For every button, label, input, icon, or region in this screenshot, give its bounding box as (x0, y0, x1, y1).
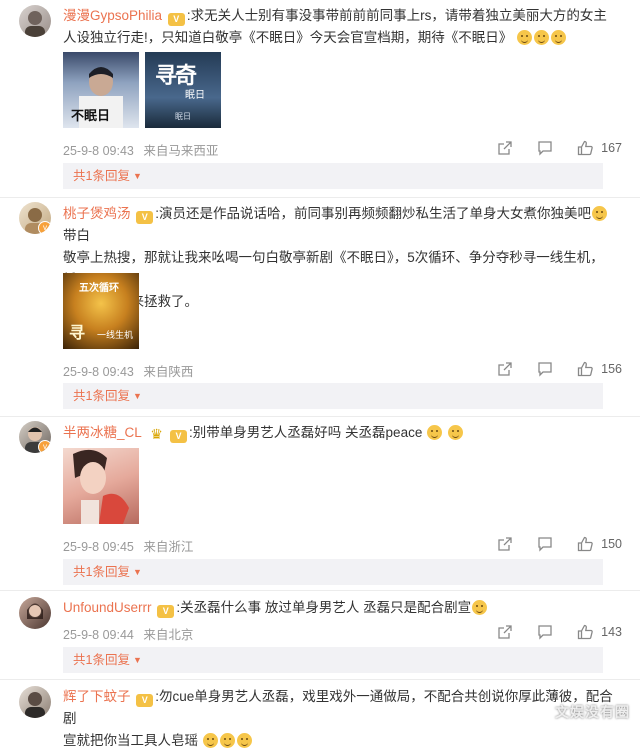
comment-meta: 25-9-8 09:45 来自浙江 (63, 536, 193, 555)
emoji-icon (551, 30, 567, 45)
verified-badge-icon: v (38, 221, 51, 234)
comment-text: 半两冰糖_CL ♛ V:别带单身男艺人丞磊好吗 关丞磊peace (63, 422, 616, 444)
comment-icon[interactable] (535, 622, 555, 642)
image-gallery: 不眠日 寻奇 眠日 眠日 (63, 52, 221, 128)
avatar[interactable] (19, 5, 51, 37)
username[interactable]: UnfoundUserrr (63, 600, 152, 615)
vip-badge-icon: V (170, 430, 188, 443)
comment-actions: 167 (495, 138, 622, 158)
crown-badge-icon: ♛ (150, 426, 163, 442)
comment-location: 来自浙江 (143, 540, 194, 554)
image-caption: 寻 (69, 325, 86, 342)
username[interactable]: 桃子煲鸡汤 (63, 206, 131, 221)
comment-time: 25-9-8 09:45 (63, 540, 134, 554)
comment-actions: 150 (495, 534, 622, 554)
like-count: 143 (601, 625, 622, 639)
comment-icon[interactable] (535, 359, 555, 379)
comment-location: 来自马来西亚 (143, 144, 219, 158)
image-caption: 眠日 (185, 90, 205, 101)
image-caption: 眠日 (175, 112, 191, 121)
like-count: 156 (601, 362, 622, 376)
comment-time: 25-9-8 09:43 (63, 144, 134, 158)
comment-icon[interactable] (535, 138, 555, 158)
share-icon[interactable] (495, 534, 515, 554)
divider (0, 590, 640, 591)
emoji-icon (447, 425, 463, 440)
avatar[interactable]: v (19, 202, 51, 234)
image-thumbnail[interactable]: 五次循环 寻 一线生机 (63, 273, 139, 349)
image-thumbnail[interactable]: 不眠日 (63, 52, 139, 128)
comment-meta: 25-9-8 09:44 来自北京 (63, 624, 193, 643)
avatar[interactable] (19, 686, 51, 718)
watermark: 文娱没有圈 (555, 704, 630, 720)
vip-badge-icon: V (167, 13, 185, 26)
comment-time: 25-9-8 09:43 (63, 365, 134, 379)
replies-toggle[interactable]: 共1条回复 ▼ (63, 383, 603, 409)
image-thumbnail[interactable]: 寻奇 眠日 眠日 (145, 52, 221, 128)
chevron-down-icon: ▼ (132, 655, 142, 665)
emoji-icon (534, 30, 550, 45)
image-gallery (63, 448, 139, 524)
vip-badge-icon: V (136, 211, 154, 224)
like-icon[interactable] (575, 359, 595, 379)
comment-actions: 156 (495, 359, 622, 379)
emoji-icon (517, 30, 533, 45)
vip-badge-icon: V (136, 694, 154, 707)
share-icon[interactable] (495, 359, 515, 379)
replies-toggle[interactable]: 共1条回复 ▼ (63, 163, 603, 189)
share-icon[interactable] (495, 622, 515, 642)
comment-meta: 25-9-8 09:43 来自马来西亚 (63, 140, 218, 159)
comment-actions: 143 (495, 622, 622, 642)
comment-location: 来自陕西 (143, 365, 194, 379)
chevron-down-icon: ▼ (132, 567, 142, 577)
comment-text: 桃子煲鸡汤 V:演员还是作品说话哈，前同事别再频频翻炒私生活了单身大女煮你独美吧… (63, 203, 616, 313)
emoji-icon (236, 733, 252, 748)
chevron-down-icon: ▼ (132, 171, 142, 181)
replies-toggle[interactable]: 共1条回复 ▼ (63, 647, 603, 673)
vip-badge-icon: V (157, 605, 175, 618)
emoji-icon (202, 733, 218, 748)
like-icon[interactable] (575, 622, 595, 642)
image-caption: 五次循环 (79, 283, 119, 294)
username[interactable]: 半两冰糖_CL (63, 425, 141, 440)
emoji-icon (472, 600, 488, 615)
divider (0, 679, 640, 680)
comment-text: 辉了下蚊子 V:勿cue单身男艺人丞磊，戏里戏外一通做局，不配合共创说你厚此薄彼… (63, 689, 613, 748)
chevron-down-icon: ▼ (132, 391, 142, 401)
like-icon[interactable] (575, 534, 595, 554)
like-count: 167 (601, 141, 622, 155)
emoji-icon (592, 206, 608, 221)
avatar[interactable] (19, 597, 51, 629)
like-count: 150 (601, 537, 622, 551)
like-icon[interactable] (575, 138, 595, 158)
divider (0, 416, 640, 417)
comment-location: 来自北京 (143, 628, 194, 642)
comment-text: UnfoundUserrr V:关丞磊什么事 放过单身男艺人 丞磊只是配合剧宣 (63, 597, 616, 619)
username[interactable]: 辉了下蚊子 (63, 689, 131, 704)
image-caption: 不眠日 (71, 108, 111, 123)
comment-icon[interactable] (535, 534, 555, 554)
emoji-icon (427, 425, 443, 440)
image-caption: 一线生机 (96, 330, 133, 340)
image-thumbnail[interactable] (63, 448, 139, 524)
avatar[interactable]: v (19, 421, 51, 453)
verified-badge-icon: v (38, 440, 51, 453)
image-gallery: 五次循环 寻 一线生机 (63, 273, 139, 349)
share-icon[interactable] (495, 138, 515, 158)
emoji-icon (219, 733, 235, 748)
comment-text: 漫漫GypsoPhilia V:求无关人士别有事没事带前前前同事上rs，请带着独… (63, 8, 607, 45)
replies-toggle[interactable]: 共1条回复 ▼ (63, 559, 603, 585)
comment-time: 25-9-8 09:44 (63, 628, 134, 642)
comment-meta: 25-9-8 09:43 来自陕西 (63, 361, 193, 380)
divider (0, 197, 640, 198)
username[interactable]: 漫漫GypsoPhilia (63, 8, 162, 23)
